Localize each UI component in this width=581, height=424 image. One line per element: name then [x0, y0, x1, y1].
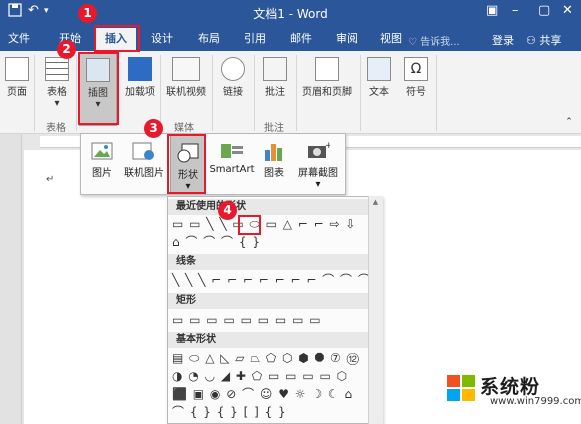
callout-badge-4: 4: [218, 201, 237, 220]
film-icon: [172, 57, 200, 81]
dropdown-icon: ▾: [54, 98, 60, 109]
highlight-rectangle-shape: [238, 215, 261, 235]
link-icon: [221, 57, 245, 81]
share-button[interactable]: ⚇ 共享: [526, 32, 561, 48]
shapes-row-lines[interactable]: ╲ ╲ ╲ ⌐ ⌐ ⌐ ⌐ ⌐ ⌐ ⌐ ⌒ ⌒ ⌒: [172, 273, 371, 287]
header-footer-button[interactable]: 页眉和页脚: [298, 57, 356, 98]
page-icon: [5, 57, 29, 81]
shapes-row-recent-2[interactable]: ⌂ ⌒ ⌒ ⌒ { }: [172, 235, 261, 249]
person-icon: ⚇: [526, 34, 540, 47]
highlight-illustrations-button: [78, 52, 119, 125]
tab-mailings[interactable]: 邮件: [284, 30, 318, 51]
online-picture-button[interactable]: 联机图片: [121, 134, 167, 179]
vertical-ruler: [0, 134, 22, 424]
picture-button[interactable]: 图片: [87, 134, 117, 179]
smartart-icon: [221, 144, 243, 158]
lightbulb-icon: ♡: [408, 37, 421, 48]
text-box-icon: [367, 57, 391, 81]
online-picture-icon: [132, 142, 154, 160]
section-recent-shapes: 最近使用的形状: [168, 199, 382, 215]
minimize-icon[interactable]: –: [512, 3, 519, 18]
text-button[interactable]: 文本: [363, 57, 395, 98]
windows-logo-icon: [447, 375, 475, 401]
ribbon-tabs: 文件 开始 插入 设计 布局 引用 邮件 审阅 视图 ♡ 告诉我... 登录 ⚇…: [0, 26, 581, 51]
restore-icon[interactable]: ▢: [538, 3, 550, 18]
tab-review[interactable]: 审阅: [330, 30, 364, 51]
addins-icon: [128, 57, 152, 81]
screenshot-button[interactable]: + 屏幕截图 ▾: [291, 134, 345, 190]
close-icon[interactable]: ✕: [562, 3, 573, 18]
smartart-button[interactable]: SmartArt: [209, 134, 255, 175]
group-label-comments: 批注: [264, 123, 284, 134]
callout-badge-1: 1: [78, 4, 97, 23]
shapes-row-basic-4[interactable]: ⌒ { } { } [ ] { }: [172, 405, 287, 419]
shapes-row-recent-1[interactable]: ▭ ▭ ╲ ╲ ▭ ⬭ ▭ △ ⌐ ⌐ ⇨ ⇩: [172, 217, 356, 231]
illustrations-menu: 图片 联机图片 形状 ▾ SmartArt 图表 + 屏幕截图 ▾: [80, 133, 346, 195]
divider: [212, 55, 213, 131]
addins-button[interactable]: 加载项: [122, 57, 158, 98]
gallery-scrollbar[interactable]: ▲: [368, 196, 383, 424]
chart-button[interactable]: 图表: [259, 134, 289, 179]
group-label-media: 媒体: [174, 123, 194, 134]
shapes-row-basic-2[interactable]: ◑ ◔ ◡ ◢ ✚ ⬠ ▭ ▭ ▭ ▭ ⬡: [172, 369, 348, 383]
tell-me-box[interactable]: ♡ 告诉我...: [408, 33, 460, 48]
pages-button[interactable]: 页面: [2, 57, 32, 98]
tab-design[interactable]: 设计: [145, 30, 179, 51]
chart-icon: [265, 144, 282, 161]
divider: [296, 55, 297, 131]
watermark-text: 系统粉: [480, 376, 541, 398]
camera-icon: +: [308, 141, 330, 158]
picture-icon: [91, 142, 113, 160]
table-button[interactable]: 表格 ▾: [40, 57, 74, 109]
section-lines: 线条: [168, 254, 382, 270]
symbol-button[interactable]: Ω 符号: [400, 57, 432, 98]
divider: [436, 55, 437, 131]
shapes-gallery: 最近使用的形状 ▭ ▭ ╲ ╲ ▭ ⬭ ▭ △ ⌐ ⌐ ⇨ ⇩ ⌂ ⌒ ⌒ ⌒ …: [167, 196, 383, 424]
header-footer-icon: [315, 57, 339, 81]
paragraph-mark: ↵: [46, 174, 55, 185]
shapes-row-basic-3[interactable]: ⬛ ▣ ◉ ⊘ ⌒ ☺ ♥ ☼ ☽ ☾ ⌂: [172, 387, 353, 401]
callout-badge-2: 2: [57, 40, 76, 59]
svg-text:+: +: [325, 141, 330, 151]
watermark-url: www.win7999.com: [490, 396, 581, 407]
divider: [76, 55, 77, 131]
dropdown-icon: ▾: [315, 179, 321, 190]
scroll-up-icon[interactable]: ▲: [369, 196, 382, 208]
highlight-insert-tab: [94, 25, 140, 52]
tab-file[interactable]: 文件: [4, 30, 34, 51]
group-label-table: 表格: [46, 123, 66, 134]
divider: [254, 55, 255, 131]
callout-badge-3: 3: [144, 119, 163, 138]
highlight-shapes-button: [167, 134, 206, 194]
divider: [34, 55, 35, 131]
section-basic-shapes: 基本形状: [168, 332, 382, 348]
links-button[interactable]: 链接: [216, 57, 250, 98]
shapes-row-rectangles[interactable]: ▭ ▭ ▭ ▭ ▭ ▭ ▭ ▭ ▭: [172, 313, 322, 327]
table-icon: [45, 57, 69, 81]
login-link[interactable]: 登录: [492, 32, 514, 48]
online-video-button[interactable]: 联机视频: [163, 57, 209, 98]
tab-references[interactable]: 引用: [238, 30, 272, 51]
divider: [360, 55, 361, 131]
comment-icon: [263, 57, 287, 81]
section-rectangles: 矩形: [168, 293, 382, 309]
omega-icon: Ω: [404, 57, 428, 81]
tab-view[interactable]: 视图: [374, 30, 408, 51]
divider: [160, 55, 161, 131]
shapes-row-basic-1[interactable]: ▤ ⬭ △ ◺ ▱ ⏢ ⬠ ⬡ ⬢ ⯃ ⑦ ⑫: [172, 351, 360, 365]
ribbon-display-icon[interactable]: ▣: [486, 3, 498, 18]
collapse-ribbon-icon[interactable]: ⌃: [562, 117, 576, 127]
comment-button[interactable]: 批注: [258, 57, 292, 98]
tab-layout[interactable]: 布局: [192, 30, 226, 51]
